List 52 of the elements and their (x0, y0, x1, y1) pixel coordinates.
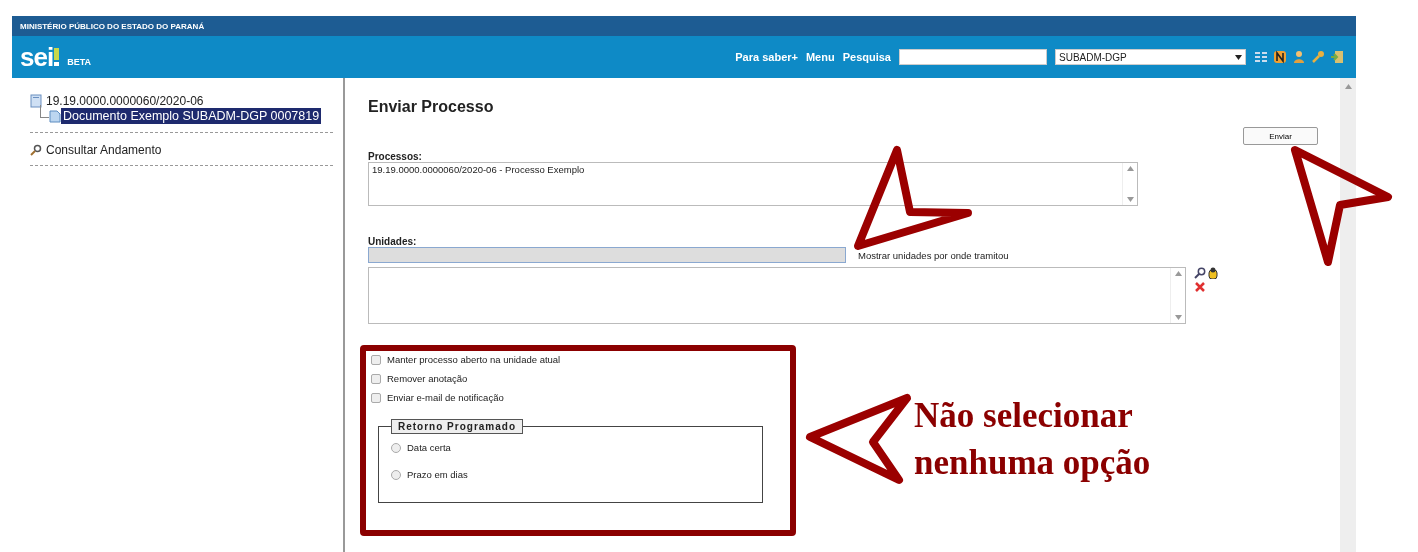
radio-button[interactable] (391, 442, 401, 453)
exit-icon[interactable] (1330, 50, 1344, 64)
user-icon[interactable] (1292, 50, 1306, 64)
logo-mark-icon (54, 48, 60, 66)
process-list[interactable]: 19.19.0000.0000060/2020-06 - Processo Exemplo (368, 162, 1138, 206)
note-icon[interactable] (1273, 50, 1287, 64)
caret-icon (1235, 54, 1242, 60)
list-icon[interactable] (1254, 50, 1268, 64)
checkbox[interactable] (371, 373, 381, 384)
consult-link[interactable]: Consultar Andamento (30, 143, 333, 157)
unit-list[interactable] (368, 267, 1186, 324)
folder-icon (30, 94, 43, 108)
radio-label: Data certa (407, 442, 451, 453)
annotation-text: Não selecionar nenhuma opção (914, 395, 1152, 484)
list-item[interactable]: 19.19.0000.0000060/2020-06 - Processo Exemplo (372, 164, 1119, 175)
scroll-up-icon[interactable] (1174, 271, 1182, 276)
organization-name: MINISTÉRIO PÚBLICO DO ESTADO DO PARANÁ (20, 21, 205, 31)
document-item[interactable]: Documento Exemplo SUBADM-DGP 0007819 (61, 108, 322, 124)
logo[interactable]: sei (20, 41, 54, 73)
scroll-down-icon[interactable] (1126, 197, 1134, 202)
page-scrollbar[interactable] (1340, 78, 1356, 552)
checkbox[interactable] (371, 354, 381, 365)
scrollbar[interactable] (1122, 163, 1137, 205)
search-field[interactable] (899, 49, 1047, 65)
group-legend: Retorno Programado (391, 419, 523, 434)
checkbox-label: Remover anotação (387, 373, 468, 384)
radio-button[interactable] (391, 469, 401, 480)
nav-link[interactable]: Pesquisa (842, 51, 891, 63)
checkbox-label: Enviar e-mail de notificação (387, 392, 504, 403)
send-button[interactable]: Enviar (1243, 127, 1318, 145)
scroll-up-icon[interactable] (1344, 84, 1352, 89)
nav-link[interactable]: Menu (805, 51, 835, 63)
magnifier-icon (30, 144, 42, 156)
page-title: Enviar Processo (368, 98, 495, 116)
show-units-link[interactable]: Mostrar unidades por onde tramitou (858, 249, 1009, 261)
beta-label: BETA (67, 57, 91, 67)
field-label: Processos: (368, 151, 423, 162)
scrollbar[interactable] (1170, 268, 1185, 323)
radio-label: Prazo em dias (407, 469, 468, 480)
wrench-icon[interactable] (1311, 50, 1325, 64)
unit-select[interactable]: SUBADM-DGP (1055, 49, 1246, 65)
process-number[interactable]: 19.19.0000.0000060/2020-06 (46, 94, 204, 108)
nav-link[interactable]: Para saber+ (735, 51, 798, 63)
scroll-down-icon[interactable] (1174, 315, 1182, 320)
search-icon[interactable] (1194, 267, 1206, 279)
checkbox-label: Manter processo aberto na unidade atual (387, 354, 561, 365)
remove-icon[interactable] (1194, 281, 1206, 293)
group-icon[interactable] (1207, 267, 1219, 279)
scroll-up-icon[interactable] (1126, 166, 1134, 171)
checkbox[interactable] (371, 392, 381, 403)
field-label: Unidades: (368, 236, 418, 247)
unit-input[interactable] (368, 247, 846, 263)
